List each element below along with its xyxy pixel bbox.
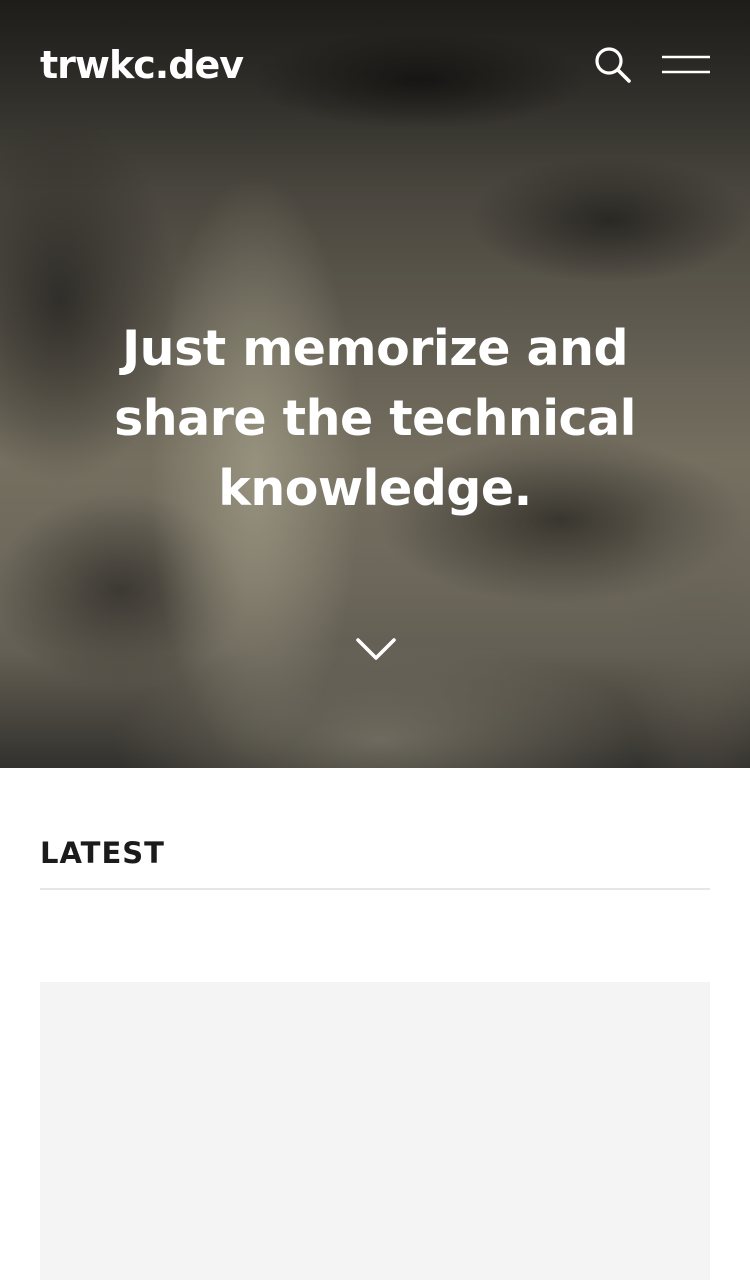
header-actions bbox=[594, 46, 710, 84]
site-logo[interactable]: trwkc.dev bbox=[40, 40, 244, 90]
latest-heading: LATEST bbox=[40, 830, 710, 890]
site-header: trwkc.dev bbox=[40, 40, 710, 90]
scroll-down-button[interactable] bbox=[355, 636, 397, 664]
hero-section: trwkc.dev Just memorize and share the te… bbox=[0, 0, 750, 768]
search-button[interactable] bbox=[594, 46, 632, 84]
menu-button[interactable] bbox=[662, 55, 710, 75]
hamburger-menu-icon bbox=[662, 55, 710, 74]
search-icon bbox=[595, 47, 631, 83]
chevron-down-icon bbox=[356, 638, 396, 660]
post-card-placeholder[interactable] bbox=[40, 982, 710, 1280]
hero-title: Just memorize and share the technical kn… bbox=[114, 320, 636, 517]
latest-section: LATEST bbox=[40, 830, 710, 890]
